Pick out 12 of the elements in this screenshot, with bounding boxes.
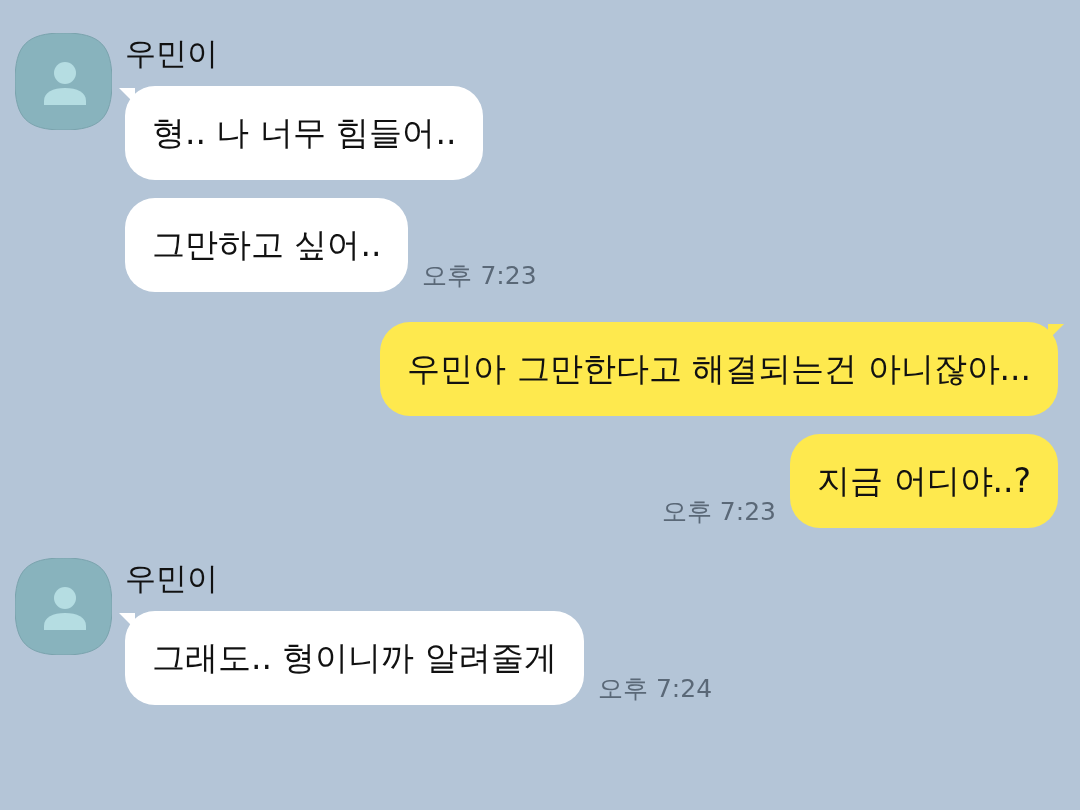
message-bubble: 그만하고 싶어..	[125, 198, 409, 292]
message-time: 오후 7:23	[661, 496, 776, 528]
message-bubble: 우민아 그만한다고 해결되는건 아니잖아...	[380, 322, 1058, 416]
avatar-icon	[15, 558, 112, 655]
message-bubble: 형.. 나 너무 힘들어..	[125, 86, 484, 180]
message-bubble: 지금 어디야..?	[790, 434, 1058, 528]
message-bubble: 그래도.. 형이니까 알려줄게	[125, 611, 584, 705]
sender-name: 우민이	[125, 560, 219, 593]
message-time: 오후 7:23	[422, 260, 537, 292]
avatar-icon	[15, 33, 112, 130]
sender-name: 우민이	[125, 35, 219, 68]
message-time: 오후 7:24	[597, 673, 713, 705]
